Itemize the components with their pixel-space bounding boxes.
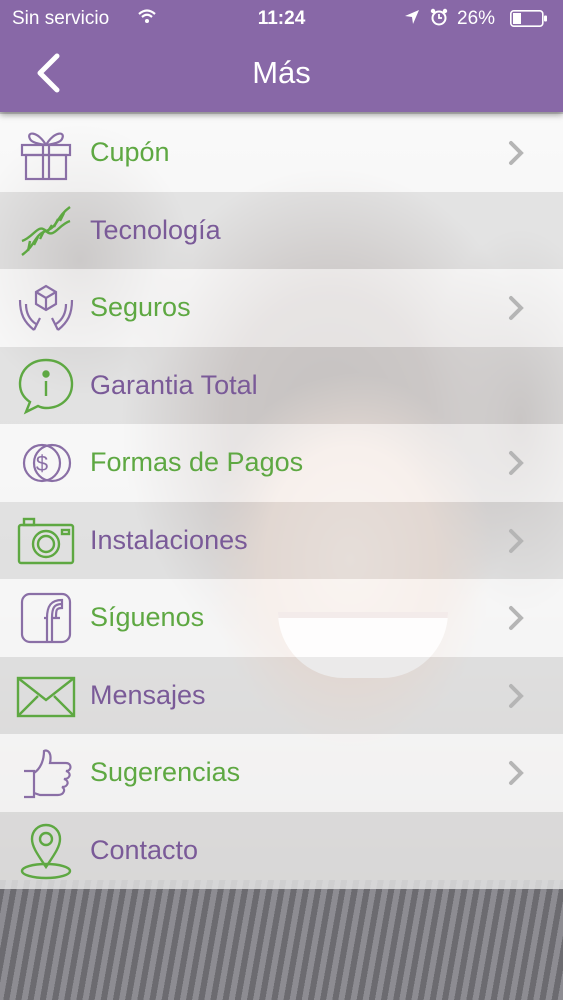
gift-icon bbox=[20, 132, 72, 181]
coins-icon: $ bbox=[22, 443, 72, 483]
info-bubble-icon bbox=[18, 358, 74, 414]
menu-list: Cupón Tecnología Seguros Garantia Total … bbox=[0, 114, 563, 889]
menu-item-mensajes[interactable]: Mensajes bbox=[0, 656, 563, 734]
page-title: Más bbox=[252, 55, 311, 90]
menu-item-label: Tecnología bbox=[90, 214, 221, 245]
menu-item-label: Contacto bbox=[90, 834, 199, 865]
menu-item-label: Seguros bbox=[90, 292, 191, 322]
envelope-icon bbox=[16, 676, 76, 717]
background-photo-sweater bbox=[0, 880, 563, 1000]
battery-percent: 26% bbox=[457, 8, 496, 29]
alarm-icon bbox=[430, 8, 448, 26]
menu-item-label: Sugerencias bbox=[90, 757, 241, 787]
menu-item-contacto[interactable]: Contacto bbox=[0, 811, 563, 889]
dna-icon bbox=[21, 205, 71, 256]
menu-item-seguros[interactable]: Seguros bbox=[0, 269, 563, 347]
menu-item-label: Síguenos bbox=[90, 602, 205, 632]
nav-bar: Sin servicio 11:24 26% Más bbox=[0, 0, 563, 112]
menu-item-siguenos[interactable]: Síguenos bbox=[0, 579, 563, 657]
camera-icon bbox=[17, 517, 75, 564]
menu-item-label: Mensajes bbox=[90, 679, 206, 710]
menu-item-garantia-total[interactable]: Garantia Total bbox=[0, 346, 563, 424]
location-arrow-icon bbox=[405, 10, 419, 24]
menu-item-label: Garantia Total bbox=[90, 369, 258, 400]
facebook-icon bbox=[20, 592, 72, 644]
hands-box-icon bbox=[18, 284, 74, 331]
menu-item-label: Instalaciones bbox=[90, 524, 248, 555]
menu-item-cupon[interactable]: Cupón bbox=[0, 114, 563, 192]
menu-item-label: Cupón bbox=[90, 137, 170, 167]
menu-item-instalaciones[interactable]: Instalaciones bbox=[0, 501, 563, 579]
svg-text:$: $ bbox=[36, 451, 48, 476]
chevron-right-icon bbox=[509, 761, 524, 785]
chevron-right-icon bbox=[509, 296, 524, 320]
chevron-right-icon bbox=[509, 141, 524, 165]
menu-item-label: Formas de Pagos bbox=[90, 447, 304, 477]
menu-item-formas-de-pagos[interactable]: $ Formas de Pagos bbox=[0, 424, 563, 502]
chevron-right-icon bbox=[509, 528, 524, 553]
menu-item-sugerencias[interactable]: Sugerencias bbox=[0, 734, 563, 812]
chevron-right-icon bbox=[509, 683, 524, 708]
chevron-right-icon bbox=[509, 606, 524, 630]
battery-icon bbox=[510, 10, 547, 27]
thumbs-up-icon bbox=[24, 749, 72, 799]
chevron-right-icon bbox=[509, 451, 524, 475]
status-bar: Sin servicio 11:24 26% bbox=[0, 0, 563, 38]
map-pin-icon bbox=[20, 823, 72, 879]
menu-item-tecnologia[interactable]: Tecnología bbox=[0, 191, 563, 269]
